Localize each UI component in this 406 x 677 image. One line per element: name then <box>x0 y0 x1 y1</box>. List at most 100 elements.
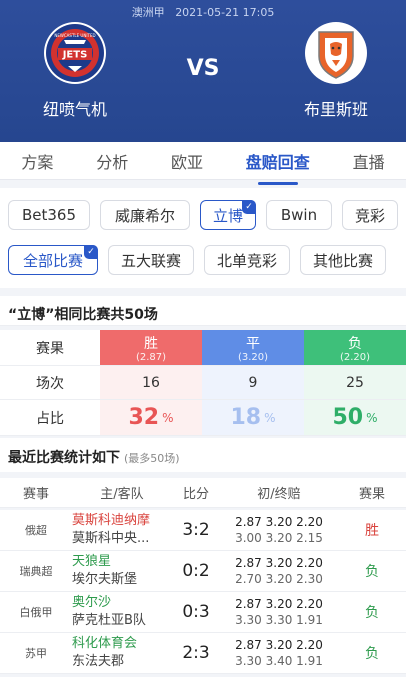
filter-panel: Bet365 威廉希尔 立博 Bwin 竞彩 全部比赛 五大联赛 北单竞彩 其他… <box>0 188 406 288</box>
recent-title-text: 最近比赛统计如下 <box>8 450 120 466</box>
lose-pct-unit: % <box>366 410 378 425</box>
draw-ratio: 18% <box>202 400 304 435</box>
bookmaker-chip-jingcai[interactable]: 竞彩 <box>342 200 398 230</box>
bookmaker-filter-row: Bet365 威廉希尔 立博 Bwin 竞彩 <box>8 200 398 230</box>
win-count: 16 <box>100 366 202 399</box>
match-datetime: 2021-05-21 17:05 <box>175 6 275 19</box>
bookmaker-chip-bet365[interactable]: Bet365 <box>8 200 90 230</box>
match-result: 负 <box>365 646 379 662</box>
stats-table: 赛果 胜 (2.87) 平 (3.20) 负 (2.20) 场次 16 9 25… <box>0 330 406 436</box>
match-league: 苏甲 <box>25 647 47 660</box>
lose-label: 负 <box>348 335 362 352</box>
match-home: 奥尔沙 <box>72 595 112 610</box>
win-pct: 32 <box>128 405 160 430</box>
home-team-name: 纽喷气机 <box>42 100 107 119</box>
tab-live[interactable]: 直播 <box>349 143 389 179</box>
odds-initial: 2.87 3.20 2.20 <box>235 556 323 570</box>
col-odds: 初/终赔 <box>257 487 301 502</box>
match-home: 莫斯科迪纳摩 <box>72 513 151 528</box>
row-label-result: 赛果 <box>36 340 64 357</box>
match-league: 瑞典超 <box>19 565 53 578</box>
recent-title: 最近比赛统计如下 (最多50场) <box>0 438 406 472</box>
competition-chip-all[interactable]: 全部比赛 <box>8 245 98 275</box>
match-league: 白俄甲 <box>19 606 53 619</box>
table-row[interactable]: 俄超 莫斯科迪纳摩 莫斯科中央... 3:2 2.87 3.20 2.20 3.… <box>0 510 406 551</box>
col-score: 比分 <box>182 487 209 502</box>
lose-odds: (2.20) <box>339 351 371 363</box>
match-teams: 天狼星 埃尔夫斯堡 <box>72 553 172 589</box>
draw-pct-unit: % <box>264 410 276 425</box>
win-pct-unit: % <box>162 410 174 425</box>
match-away: 埃尔夫斯堡 <box>72 572 138 587</box>
odds-final: 3.30 3.30 1.91 <box>235 613 323 627</box>
tab-analysis[interactable]: 分析 <box>92 143 132 179</box>
lose-count: 25 <box>304 366 406 399</box>
match-header: 澳洲甲 2021-05-21 17:05 JETS NEWCASTLE UNIT… <box>0 0 406 142</box>
match-away: 莫斯科中央... <box>72 531 150 546</box>
odds-final: 2.70 3.20 2.30 <box>235 572 323 586</box>
tab-bar: 方案 分析 欧亚 盘赔回查 直播 <box>0 142 406 180</box>
col-league: 赛事 <box>22 487 49 502</box>
bookmaker-chip-ladbrokes[interactable]: 立博 <box>200 200 256 230</box>
draw-label: 平 <box>246 335 260 352</box>
competition-chip-other[interactable]: 其他比赛 <box>300 245 386 275</box>
stats-title: “立博”相同比赛共50场 <box>0 296 406 326</box>
match-away: 萨克杜亚B队 <box>72 613 146 628</box>
match-info: 澳洲甲 2021-05-21 17:05 <box>0 4 406 20</box>
competition-chip-beidan[interactable]: 北单竞彩 <box>204 245 290 275</box>
match-teams: 奥尔沙 萨克杜亚B队 <box>72 594 172 630</box>
match-score: 2:3 <box>182 643 210 663</box>
match-odds: 2.87 3.20 2.20 3.30 3.30 1.91 <box>220 596 338 628</box>
col-result: 赛果 <box>358 487 385 502</box>
match-odds: 2.87 3.20 2.20 2.70 3.20 2.30 <box>220 555 338 587</box>
match-result: 负 <box>365 605 379 621</box>
stats-win-header: 胜 (2.87) <box>100 330 202 365</box>
table-row[interactable]: 苏甲 科化体育会 东法夫郡 2:3 2.87 3.20 2.20 3.30 3.… <box>0 633 406 674</box>
away-team[interactable]: 布里斯班 <box>271 22 401 120</box>
lose-ratio: 50% <box>304 400 406 435</box>
away-team-name: 布里斯班 <box>303 100 368 119</box>
table-row[interactable]: 白俄甲 奥尔沙 萨克杜亚B队 0:3 2.87 3.20 2.20 3.30 3… <box>0 592 406 633</box>
home-logo-text: NEWCASTLE UNITED <box>54 33 95 38</box>
match-teams: 科化体育会 东法夫郡 <box>72 635 172 671</box>
match-league: 俄超 <box>25 524 47 537</box>
tab-plan[interactable]: 方案 <box>17 143 57 179</box>
competition-chip-top5[interactable]: 五大联赛 <box>108 245 194 275</box>
win-label: 胜 <box>144 335 158 352</box>
match-away: 东法夫郡 <box>72 654 125 669</box>
row-label-count: 场次 <box>36 375 64 392</box>
col-teams: 主/客队 <box>100 487 144 502</box>
match-score: 3:2 <box>182 520 210 540</box>
stats-ratio-row: 占比 32% 18% 50% <box>0 400 406 436</box>
odds-initial: 2.87 3.20 2.20 <box>235 515 323 529</box>
page: 澳洲甲 2021-05-21 17:05 JETS NEWCASTLE UNIT… <box>0 0 406 677</box>
bookmaker-chip-bwin[interactable]: Bwin <box>266 200 332 230</box>
odds-initial: 2.87 3.20 2.20 <box>235 597 323 611</box>
table-row[interactable]: 瑞典超 天狼星 埃尔夫斯堡 0:2 2.87 3.20 2.20 2.70 3.… <box>0 551 406 592</box>
match-odds: 2.87 3.20 2.20 3.30 3.40 1.91 <box>220 637 338 669</box>
match-teams: 莫斯科迪纳摩 莫斯科中央... <box>72 512 172 548</box>
match-odds: 2.87 3.20 2.20 3.00 3.20 2.15 <box>220 514 338 546</box>
match-home: 天狼星 <box>72 554 112 569</box>
recent-table-header: 赛事 主/客队 比分 初/终赔 赛果 <box>0 478 406 508</box>
match-score: 0:3 <box>182 602 210 622</box>
draw-count: 9 <box>202 366 304 399</box>
match-score: 0:2 <box>182 561 210 581</box>
stats-lose-header: 负 (2.20) <box>304 330 406 365</box>
match-result: 胜 <box>365 523 379 539</box>
league-name: 澳洲甲 <box>131 6 165 19</box>
recent-subtitle: (最多50场) <box>124 452 180 465</box>
lose-pct: 50 <box>332 405 364 430</box>
win-odds: (2.87) <box>135 351 167 363</box>
tab-odds-review[interactable]: 盘赔回查 <box>242 143 314 179</box>
stats-draw-header: 平 (3.20) <box>202 330 304 365</box>
draw-odds: (3.20) <box>237 351 269 363</box>
tab-euro-asia[interactable]: 欧亚 <box>167 143 207 179</box>
away-team-logo <box>305 22 367 84</box>
bookmaker-chip-william-hill[interactable]: 威廉希尔 <box>100 200 190 230</box>
match-home: 科化体育会 <box>72 636 138 651</box>
row-label-ratio: 占比 <box>36 410 64 427</box>
competition-filter-row: 全部比赛 五大联赛 北单竞彩 其他比赛 <box>8 245 386 275</box>
stats-header-row: 赛果 胜 (2.87) 平 (3.20) 负 (2.20) <box>0 330 406 366</box>
stats-count-row: 场次 16 9 25 <box>0 366 406 400</box>
